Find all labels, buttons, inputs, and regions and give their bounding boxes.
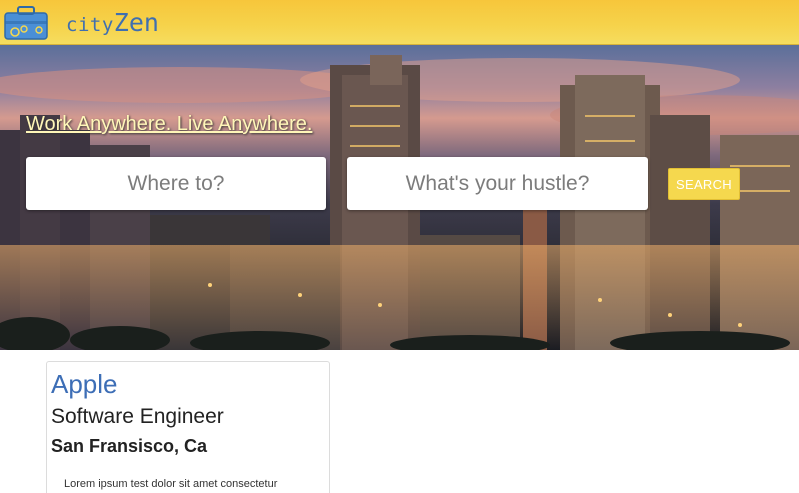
where-to-input[interactable] <box>26 157 326 210</box>
brand-part-city: city <box>66 14 114 36</box>
hero-tagline[interactable]: Work Anywhere. Live Anywhere. <box>26 113 312 136</box>
hero-banner: Work Anywhere. Live Anywhere. SEARCH <box>0 45 799 350</box>
brand-logo[interactable]: city Zen <box>66 8 159 38</box>
top-bar: city Zen <box>0 0 799 45</box>
search-button[interactable]: SEARCH <box>668 168 740 200</box>
job-card[interactable]: Apple Software Engineer San Fransisco, C… <box>46 361 330 493</box>
briefcase-gears-icon[interactable] <box>3 5 49 41</box>
hustle-input[interactable] <box>347 157 648 210</box>
brand-part-zen: Zen <box>113 8 159 37</box>
company-name[interactable]: Apple <box>51 369 118 400</box>
job-title: Software Engineer <box>51 405 224 428</box>
job-location: San Fransisco, Ca <box>51 436 208 456</box>
job-description: Lorem ipsum test dolor sit amet consecte… <box>64 478 278 490</box>
